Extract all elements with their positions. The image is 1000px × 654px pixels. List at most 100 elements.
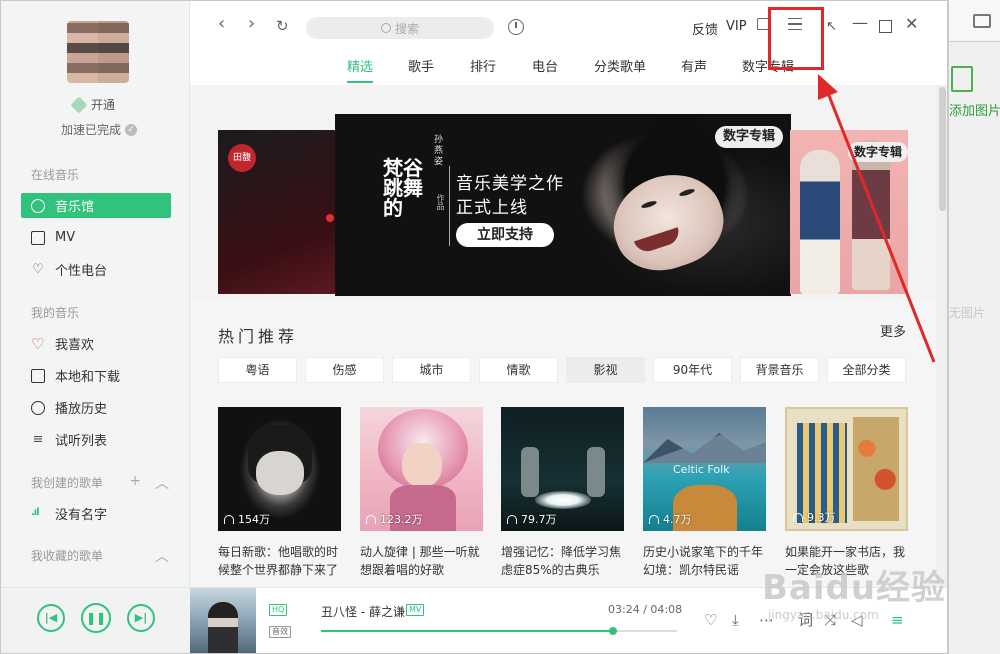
playlist-title[interactable]: 增强记忆：降低学习焦虑症85%的古典乐: [501, 543, 626, 579]
red-dot: [326, 214, 334, 222]
banner-right-slide[interactable]: 数字专辑: [790, 130, 908, 294]
banner-main-slide[interactable]: 孙燕姿 梵谷跳舞的 作品 音乐美学之作 正式上线 立即支持 数字专辑: [335, 114, 791, 296]
close-icon[interactable]: ✕: [905, 16, 918, 32]
playlist-cover[interactable]: 79.7万: [501, 407, 624, 531]
accel-status-text: 加速已完成: [61, 123, 122, 137]
cover-label: Celtic Folk: [673, 463, 730, 476]
sound-effect-tag[interactable]: 音效: [269, 626, 291, 638]
plus-icon[interactable]: +: [129, 473, 141, 493]
playlist-title[interactable]: 每日新歌：他唱歌的时候整个世界都静下来了: [218, 543, 343, 579]
playlist-cover[interactable]: 154万: [218, 407, 341, 531]
qq-music-window: 开通 加速已完成 ✓ 在线音乐 音乐馆 MV ♡ 个性电台 我的音乐 ♡ 我喜欢…: [0, 0, 948, 654]
banner-carousel[interactable]: 田馥 孙燕姿 梵谷跳舞的 作品 音乐美学之作 正式上线 立即支持 数字专辑 数字…: [190, 85, 936, 300]
top-bar: ‹ › ↻ 搜索 反馈 VIP ↖ — ✕: [190, 1, 947, 47]
banner-divider: [449, 166, 450, 246]
check-icon: ✓: [125, 123, 138, 136]
mini-mode-icon[interactable]: ↖: [826, 19, 837, 35]
minimize-icon[interactable]: —: [852, 15, 868, 31]
collapse-icon[interactable]: ︿: [155, 546, 169, 566]
forward-icon[interactable]: ›: [248, 15, 255, 33]
category-sad[interactable]: 伤感: [305, 357, 384, 383]
hq-tag[interactable]: HQ: [269, 604, 288, 616]
category-all[interactable]: 全部分类: [827, 357, 906, 383]
playlist-card[interactable]: 154万 每日新歌：他唱歌的时候整个世界都静下来了: [218, 407, 341, 579]
content-scrollbar[interactable]: [936, 85, 947, 587]
playlist-card[interactable]: 123.2万 动人旋律 | 那些一听就想跟着唱的好歌: [360, 407, 483, 579]
collapse-icon[interactable]: ︿: [155, 473, 169, 493]
listen-recognize-icon[interactable]: [508, 19, 524, 35]
back-icon[interactable]: ‹: [218, 15, 225, 33]
next-icon[interactable]: ▶|: [127, 604, 155, 632]
cover-art: [208, 602, 238, 653]
playlist-title[interactable]: 动人旋律 | 那些一听就想跟着唱的好歌: [360, 543, 485, 579]
cover-art: [402, 443, 442, 487]
search-input[interactable]: 搜索: [306, 17, 494, 39]
banner-work-label: 作品: [436, 194, 445, 210]
more-link[interactable]: 更多: [880, 321, 906, 340]
tab-bar: 精选 歌手 排行 电台 分类歌单 有声 数字专辑: [190, 51, 947, 81]
playlist-icon[interactable]: ≡: [891, 612, 904, 628]
book-icon: [973, 14, 991, 28]
sidebar-item-favorites[interactable]: ♡ 我喜欢: [21, 331, 171, 356]
vip-open-label[interactable]: 开通: [91, 96, 115, 113]
support-now-button[interactable]: 立即支持: [456, 223, 554, 247]
tab-audiobooks[interactable]: 有声: [681, 56, 707, 75]
active-tab-indicator: [347, 81, 373, 83]
sidebar-item-local-downloads[interactable]: 本地和下载: [21, 363, 171, 388]
now-playing-title[interactable]: 丑八怪 - 薛之谦: [321, 603, 405, 620]
radio-heart-icon: ♡: [32, 261, 44, 277]
tab-singers[interactable]: 歌手: [408, 56, 434, 75]
mv-icon: [31, 230, 45, 245]
search-placeholder: 搜索: [394, 21, 419, 36]
sidebar-item-label: 我喜欢: [55, 338, 95, 353]
refresh-icon[interactable]: ↻: [276, 17, 289, 35]
hot-recommend-title: 热门推荐: [218, 327, 299, 346]
playlist-card[interactable]: 79.7万 增强记忆：降低学习焦虑症85%的古典乐: [501, 407, 624, 579]
tab-charts[interactable]: 排行: [470, 56, 496, 75]
category-film[interactable]: 影视: [566, 357, 645, 383]
pause-icon[interactable]: ❚❚: [81, 603, 111, 633]
progress-handle[interactable]: [608, 627, 617, 635]
tab-radio[interactable]: 电台: [532, 56, 558, 75]
now-playing-cover[interactable]: [190, 588, 256, 653]
banner-left-slide[interactable]: 田馥: [218, 130, 336, 294]
playlist-card[interactable]: Celtic Folk 4.7万 历史小说家笔下的千年幻境：凯尔特民谣: [643, 407, 766, 579]
scroll-thumb[interactable]: [939, 87, 946, 211]
play-count: 123.2万: [366, 511, 423, 527]
cover-art: [256, 451, 304, 495]
sidebar-item-label: 本地和下载: [55, 370, 121, 385]
mv-tag[interactable]: MV: [406, 604, 425, 616]
category-background[interactable]: 背景音乐: [740, 357, 819, 383]
like-icon[interactable]: ♡: [704, 612, 717, 628]
sidebar-item-label: 播放历史: [55, 402, 108, 417]
sidebar-item-trial-list[interactable]: ≡ 试听列表: [21, 427, 171, 452]
playlist-cover[interactable]: 9.3万: [785, 407, 908, 531]
playlist-card[interactable]: 9.3万 如果能开一家书店，我一定会放这些歌: [785, 407, 908, 579]
sidebar-item-radio[interactable]: ♡ 个性电台: [21, 257, 171, 282]
playlist-title[interactable]: 历史小说家笔下的千年幻境：凯尔特民谣: [643, 543, 768, 579]
category-90s[interactable]: 90年代: [653, 357, 732, 383]
sidebar-item-history[interactable]: 播放历史: [21, 395, 171, 420]
avatar[interactable]: [67, 21, 129, 83]
category-filter: 粤语 伤感 城市 情歌 影视 90年代 背景音乐 全部分类: [218, 357, 908, 383]
category-cantonese[interactable]: 粤语: [218, 357, 297, 383]
tab-category-playlists[interactable]: 分类歌单: [594, 56, 646, 75]
tab-featured[interactable]: 精选: [347, 56, 373, 75]
vip-row[interactable]: 开通: [70, 96, 115, 113]
playlist-cover[interactable]: Celtic Folk 4.7万: [643, 407, 766, 531]
sidebar-item-playlist[interactable]: .ıl 没有名字: [21, 501, 171, 526]
feedback-link[interactable]: 反馈: [692, 19, 718, 38]
headphone-icon: [793, 512, 803, 522]
play-count: 79.7万: [507, 511, 557, 527]
vip-link[interactable]: VIP: [726, 19, 747, 34]
sidebar-item-music-hall[interactable]: 音乐馆: [21, 193, 171, 218]
playlist-cover[interactable]: 123.2万: [360, 407, 483, 531]
sidebar-item-mv[interactable]: MV: [21, 225, 171, 250]
category-city[interactable]: 城市: [392, 357, 471, 383]
maximize-icon[interactable]: [879, 20, 892, 33]
previous-icon[interactable]: |◀: [37, 604, 65, 632]
progress-bar[interactable]: [321, 627, 677, 635]
download-icon[interactable]: ⤓: [732, 612, 739, 628]
cover-art: [853, 417, 899, 521]
category-love-songs[interactable]: 情歌: [479, 357, 558, 383]
